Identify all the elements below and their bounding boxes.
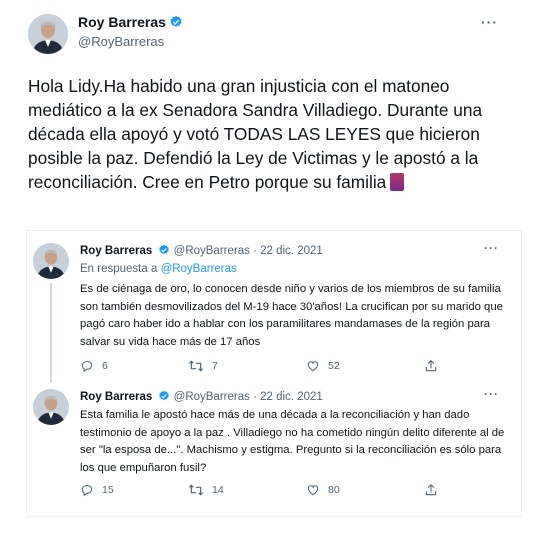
quoted-thread: Roy Barreras @RoyBarreras · 22 dic. 2021… (26, 230, 522, 517)
separator: · (253, 391, 257, 403)
like-icon (307, 485, 319, 496)
reply-button[interactable]: 15 (80, 483, 114, 497)
thread-connector-line (50, 283, 52, 383)
share-icon (425, 360, 437, 372)
reply-icon (81, 485, 93, 497)
like-icon (307, 361, 319, 372)
in-reply-prefix: En respuesta a (80, 263, 158, 275)
thread-tweet[interactable]: Roy Barreras @RoyBarreras · 22 dic. 2021… (27, 377, 521, 515)
reply-button[interactable]: 6 (80, 359, 108, 373)
tweet-actions: 6 7 52 (80, 359, 490, 375)
retweet-icon (188, 360, 204, 372)
verified-badge-icon (158, 390, 170, 405)
share-icon (425, 484, 437, 496)
author-avatar[interactable] (33, 243, 69, 279)
retweet-icon (188, 484, 204, 496)
retweet-button[interactable]: 7 (188, 359, 218, 373)
retweet-button[interactable]: 14 (188, 483, 224, 497)
author-handle[interactable]: @RoyBarreras (174, 391, 250, 403)
author-handle[interactable]: @RoyBarreras (78, 34, 164, 49)
retweet-count: 7 (212, 360, 218, 372)
tweet-text: Es de ciénaga de oro, lo conocen desde n… (80, 283, 503, 348)
tweet-date[interactable]: 22 dic. 2021 (260, 391, 323, 403)
more-icon[interactable]: ··· (484, 387, 499, 401)
tweet-text: Esta familia le apostó hace más de una d… (80, 409, 505, 474)
in-reply-handle[interactable]: @RoyBarreras (161, 263, 237, 275)
author-name[interactable]: Roy Barreras (80, 391, 152, 403)
like-button[interactable]: 52 (306, 359, 340, 373)
tweet-text: Hola Lidy.Ha habido una gran injusticia … (28, 74, 508, 194)
tweet-header: Roy Barreras @RoyBarreras · 22 dic. 2021 (80, 390, 323, 405)
like-count: 52 (328, 360, 340, 372)
reply-count: 6 (102, 360, 108, 372)
in-reply-to: En respuesta a @RoyBarreras (80, 263, 237, 275)
tweet-actions: 15 14 80 (80, 483, 490, 499)
author-name-text[interactable]: Roy Barreras (78, 14, 166, 30)
like-count: 80 (328, 484, 340, 496)
more-icon[interactable]: ··· (481, 14, 498, 30)
separator: · (253, 245, 257, 257)
author-name[interactable]: Roy Barreras (80, 245, 152, 257)
author-name[interactable]: Roy Barreras (78, 14, 183, 32)
thread-tweet[interactable]: Roy Barreras @RoyBarreras · 22 dic. 2021… (27, 231, 521, 383)
tweet-header: Roy Barreras @RoyBarreras · 22 dic. 2021 (80, 244, 323, 259)
verified-badge-icon (158, 244, 170, 259)
author-avatar[interactable] (33, 389, 69, 425)
share-button[interactable] (424, 359, 438, 373)
more-icon[interactable]: ··· (484, 241, 499, 255)
tweet-text-content: Hola Lidy.Ha habido una gran injusticia … (28, 76, 483, 192)
author-handle[interactable]: @RoyBarreras (174, 245, 250, 257)
share-button[interactable] (424, 483, 438, 497)
main-tweet: Roy Barreras @RoyBarreras ··· Hola Lidy.… (0, 0, 538, 218)
verified-badge-icon (169, 15, 183, 32)
like-button[interactable]: 80 (306, 483, 340, 497)
reply-icon (81, 361, 93, 373)
author-avatar[interactable] (28, 14, 68, 54)
tweet-date[interactable]: 22 dic. 2021 (260, 245, 323, 257)
retweet-count: 14 (212, 484, 224, 496)
reply-count: 15 (102, 484, 114, 496)
scroll-emoji-icon (390, 173, 405, 191)
